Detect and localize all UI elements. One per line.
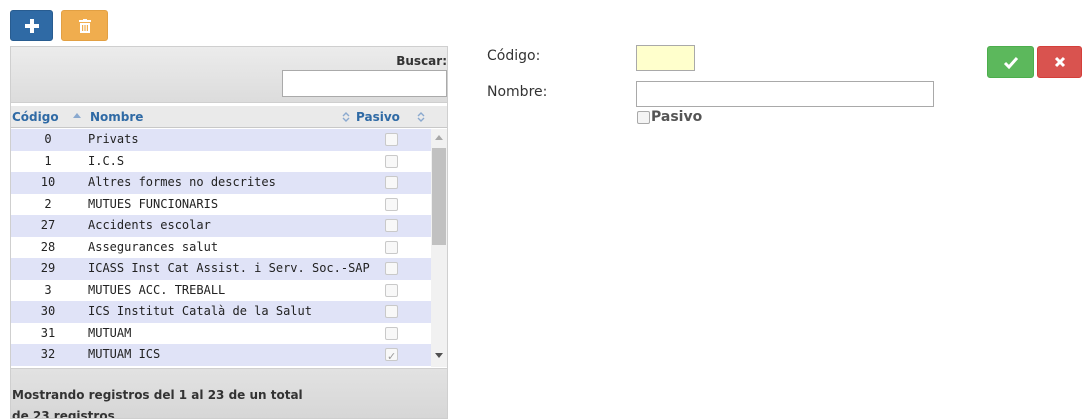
add-button[interactable] bbox=[10, 10, 53, 41]
trash-icon bbox=[78, 18, 91, 33]
plus-icon bbox=[24, 18, 39, 33]
pasivo-cell-checkbox bbox=[385, 346, 398, 367]
cell-codigo: 27 bbox=[40, 218, 56, 232]
nombre-field[interactable] bbox=[636, 81, 934, 107]
grid-header: Código Nombre Pasivo bbox=[11, 106, 447, 128]
pasivo-cell-checkbox bbox=[385, 262, 398, 275]
cell-codigo: 0 bbox=[44, 132, 52, 146]
cell-codigo: 29 bbox=[40, 261, 56, 275]
grid-toolbar: Buscar: bbox=[11, 47, 447, 103]
check-icon bbox=[1003, 56, 1018, 69]
table-row[interactable]: 2 MUTUES FUNCIONARIS bbox=[11, 193, 431, 215]
scroll-up-arrow-icon[interactable] bbox=[435, 135, 443, 140]
grid-footer: Mostrando registros del 1 al 23 de un to… bbox=[11, 368, 447, 419]
pasivo-cell-checkbox bbox=[385, 240, 398, 254]
grid-body: 0 Privats 1 I.C.S 10 Altres formes no descrit… bbox=[11, 129, 447, 367]
scroll-thumb[interactable] bbox=[432, 148, 446, 245]
table-row[interactable]: 27 Accidents escolar bbox=[11, 215, 431, 237]
table-row[interactable]: 30 ICS Institut Català de la Salut bbox=[11, 301, 431, 323]
column-header-nombre[interactable]: Nombre bbox=[88, 106, 351, 128]
data-grid: Buscar: Código Nombre Pasivo 0 Privats 1 I.… bbox=[10, 46, 448, 419]
pasivo-cell-checkbox bbox=[385, 283, 398, 297]
column-header-codigo[interactable]: Código bbox=[11, 106, 85, 128]
table-row[interactable]: 10 Altres formes no descrites bbox=[11, 172, 431, 194]
pasivo-checkbox[interactable] bbox=[637, 111, 650, 124]
delete-button[interactable] bbox=[61, 10, 108, 41]
cell-nombre: Privats bbox=[88, 132, 139, 146]
pasivo-cell-checkbox bbox=[385, 176, 398, 189]
table-row[interactable]: 1 I.C.S bbox=[11, 150, 431, 172]
cell-codigo: 3 bbox=[44, 282, 52, 297]
cell-nombre: MUTUAM ICS bbox=[88, 347, 161, 361]
table-row[interactable]: 29 ICASS Inst Cat Assist. i Serv. Soc.-SA… bbox=[11, 258, 431, 280]
cell-codigo: 28 bbox=[40, 239, 56, 254]
cell-codigo: 31 bbox=[40, 325, 56, 340]
codigo-label: Código: bbox=[487, 48, 541, 64]
cell-nombre: ICS Institut Català de la Salut bbox=[88, 304, 312, 318]
table-row[interactable]: 28 Assegurances salut bbox=[11, 236, 431, 258]
cell-codigo: 1 bbox=[44, 153, 52, 168]
sort-both-icon bbox=[342, 112, 350, 122]
pasivo-cell-checkbox bbox=[385, 219, 398, 232]
nombre-label: Nombre: bbox=[487, 84, 548, 100]
pasivo-cell-checkbox bbox=[385, 326, 398, 340]
cell-nombre: Accidents escolar bbox=[88, 218, 211, 232]
cell-codigo: 2 bbox=[44, 196, 52, 211]
close-icon bbox=[1054, 56, 1065, 68]
search-input[interactable] bbox=[282, 70, 447, 97]
table-row[interactable]: 3 MUTUES ACC. TREBALL bbox=[11, 279, 431, 301]
cell-codigo: 30 bbox=[40, 304, 56, 318]
pasivo-label: Pasivo bbox=[651, 109, 703, 125]
table-row[interactable]: 31 MUTUAM bbox=[11, 322, 431, 344]
cell-nombre: Altres formes no descrites bbox=[88, 175, 276, 189]
grid-scrollbar[interactable] bbox=[431, 129, 447, 367]
pasivo-cell-checkbox bbox=[385, 133, 398, 146]
sort-both-icon bbox=[417, 112, 425, 122]
table-row[interactable]: 0 Privats bbox=[11, 129, 431, 151]
column-header-label: Pasivo bbox=[356, 110, 400, 124]
pasivo-cell-checkbox bbox=[385, 197, 398, 211]
cell-nombre: ICASS Inst Cat Assist. i Serv. Soc.-SAP bbox=[88, 261, 370, 275]
cancel-button[interactable] bbox=[1037, 46, 1082, 78]
cell-codigo: 32 bbox=[40, 347, 56, 361]
column-header-label: Nombre bbox=[90, 110, 144, 124]
cell-codigo: 10 bbox=[40, 175, 56, 189]
codigo-field[interactable] bbox=[636, 45, 695, 71]
table-row[interactable]: 32 MUTUAM ICS bbox=[11, 344, 431, 367]
cell-nombre: I.C.S bbox=[88, 153, 125, 168]
cell-nombre: MUTUES ACC. TREBALL bbox=[88, 282, 226, 297]
save-button[interactable] bbox=[987, 46, 1034, 78]
column-header-label: Código bbox=[12, 110, 59, 124]
sort-asc-icon bbox=[73, 113, 81, 118]
cell-nombre: MUTUES FUNCIONARIS bbox=[88, 196, 219, 211]
cell-nombre: MUTUAM bbox=[88, 325, 132, 340]
cell-nombre: Assegurances salut bbox=[88, 239, 219, 254]
column-header-pasivo[interactable]: Pasivo bbox=[355, 106, 431, 128]
pasivo-cell-checkbox bbox=[385, 305, 398, 318]
pasivo-cell-checkbox bbox=[385, 154, 398, 168]
search-label: Buscar: bbox=[396, 54, 447, 68]
record-count-text: Mostrando registros del 1 al 23 de un to… bbox=[12, 388, 303, 419]
scroll-down-arrow-icon[interactable] bbox=[435, 353, 443, 358]
